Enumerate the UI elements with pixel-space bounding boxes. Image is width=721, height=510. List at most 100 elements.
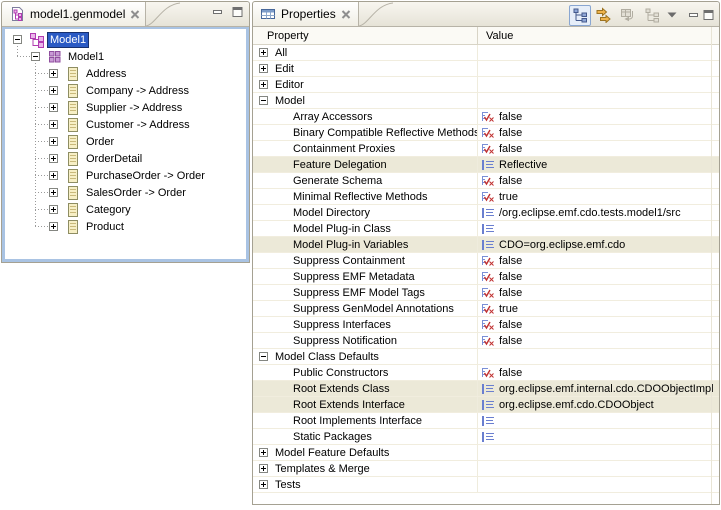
expand-toggle-icon[interactable] (259, 48, 268, 57)
property-row-root-extends-class[interactable]: Root Extends Class org.eclipse.emf.inter… (253, 381, 719, 397)
view-menu-icon[interactable] (665, 5, 679, 26)
maximize-icon[interactable] (702, 9, 715, 21)
expand-toggle-icon[interactable] (259, 80, 268, 89)
tree-item-address[interactable]: Address (5, 65, 246, 82)
category-row-tests[interactable]: Tests (253, 477, 719, 493)
expand-toggle-icon[interactable] (49, 86, 58, 95)
tree-item-salesorder-order[interactable]: SalesOrder -> Order (5, 184, 246, 201)
tree-item-purchaseorder-order[interactable]: PurchaseOrder -> Order (5, 167, 246, 184)
tree-item-category[interactable]: Category (5, 201, 246, 218)
property-row-containment-proxies[interactable]: Containment Proxies false (253, 141, 719, 157)
tree-item-orderdetail[interactable]: OrderDetail (5, 150, 246, 167)
property-name: Root Extends Interface (293, 399, 405, 411)
property-name: Generate Schema (293, 175, 382, 187)
properties-tab[interactable]: Properties (253, 2, 359, 26)
show-advanced-properties-button[interactable] (593, 5, 615, 26)
category-row-all[interactable]: All (253, 45, 719, 61)
property-name: Root Extends Class (293, 383, 390, 395)
property-row-minimal-reflective-methods[interactable]: Minimal Reflective Methods true (253, 189, 719, 205)
property-name: Binary Compatible Reflective Methods (293, 127, 478, 139)
tree-item-company-address[interactable]: Company -> Address (5, 82, 246, 99)
category-row-editor[interactable]: Editor (253, 77, 719, 93)
close-icon[interactable] (341, 9, 351, 20)
property-name: Model Directory (293, 207, 370, 219)
boolean-value-icon (481, 319, 495, 331)
expand-toggle-icon[interactable] (259, 96, 268, 105)
boolean-value-icon (481, 191, 495, 203)
column-header-value[interactable]: Value (478, 27, 719, 44)
tree-item-order[interactable]: Order (5, 133, 246, 150)
property-value: org.eclipse.emf.cdo.CDOObject (499, 399, 654, 411)
eclass-icon (65, 168, 81, 184)
tree-item-label: Company -> Address (83, 84, 192, 98)
property-row-root-implements-interface[interactable]: Root Implements Interface (253, 413, 719, 429)
expand-toggle-icon[interactable] (49, 154, 58, 163)
show-advanced-properties-icon (596, 7, 612, 23)
expand-toggle-icon[interactable] (49, 188, 58, 197)
property-row-root-extends-interface[interactable]: Root Extends Interface org.eclipse.emf.c… (253, 397, 719, 413)
expand-toggle-icon[interactable] (49, 171, 58, 180)
eclass-icon (65, 185, 81, 201)
property-row-model-plug-in-variables[interactable]: Model Plug-in Variables CDO=org.eclipse.… (253, 237, 719, 253)
property-row-generate-schema[interactable]: Generate Schema false (253, 173, 719, 189)
property-row-suppress-containment[interactable]: Suppress Containment false (253, 253, 719, 269)
close-icon[interactable] (130, 9, 140, 20)
category-row-model-feature-defaults[interactable]: Model Feature Defaults (253, 445, 719, 461)
category-row-model-class-defaults[interactable]: Model Class Defaults (253, 349, 719, 365)
expand-toggle-icon[interactable] (259, 352, 268, 361)
property-row-model-directory[interactable]: Model Directory /org.eclipse.emf.cdo.tes… (253, 205, 719, 221)
expand-toggle-icon[interactable] (31, 52, 40, 61)
editor-tab[interactable]: model1.genmodel (2, 2, 146, 26)
expand-toggle-icon[interactable] (259, 448, 268, 457)
minimize-icon[interactable] (211, 6, 224, 18)
property-row-public-constructors[interactable]: Public Constructors false (253, 365, 719, 381)
expand-toggle-icon[interactable] (49, 120, 58, 129)
tree-item-label: Model1 (65, 50, 107, 64)
eclass-icon (65, 100, 81, 116)
tree-item-model1[interactable]: Model1 (5, 31, 246, 48)
maximize-icon[interactable] (231, 6, 244, 18)
tree-item-customer-address[interactable]: Customer -> Address (5, 116, 246, 133)
tree-item-product[interactable]: Product (5, 218, 246, 235)
expand-toggle-icon[interactable] (259, 464, 268, 473)
genmodel-editor-panel: model1.genmodel Model1 Model1 (1, 1, 250, 263)
tree-item-supplier-address[interactable]: Supplier -> Address (5, 99, 246, 116)
category-row-templates-merge[interactable]: Templates & Merge (253, 461, 719, 477)
tree-arrow-icon (644, 7, 660, 23)
category-row-model[interactable]: Model (253, 93, 719, 109)
expand-toggle-icon[interactable] (13, 35, 22, 44)
expand-toggle-icon[interactable] (49, 137, 58, 146)
property-name: Model Class Defaults (275, 351, 379, 363)
text-value-icon (481, 239, 495, 251)
property-row-binary-compatible-reflective-methods[interactable]: Binary Compatible Reflective Methods fal… (253, 125, 719, 141)
property-name: Model (275, 95, 305, 107)
expand-toggle-icon[interactable] (49, 222, 58, 231)
property-row-feature-delegation[interactable]: Feature Delegation Reflective (253, 157, 719, 173)
expand-toggle-icon[interactable] (259, 64, 268, 73)
property-row-static-packages[interactable]: Static Packages (253, 429, 719, 445)
genmodel-root-icon (29, 32, 45, 48)
category-row-edit[interactable]: Edit (253, 61, 719, 77)
show-categories-button[interactable] (569, 5, 591, 26)
expand-toggle-icon[interactable] (49, 69, 58, 78)
property-name: Feature Delegation (293, 159, 387, 171)
minimize-icon[interactable] (687, 9, 700, 21)
tree-item-label: OrderDetail (83, 152, 145, 166)
tree-item-model1[interactable]: Model1 (5, 48, 246, 65)
property-row-model-plug-in-class[interactable]: Model Plug-in Class (253, 221, 719, 237)
property-row-suppress-genmodel-annotations[interactable]: Suppress GenModel Annotations true (253, 301, 719, 317)
workbench: model1.genmodel Model1 Model1 (0, 0, 721, 510)
boolean-value-icon (481, 271, 495, 283)
expand-toggle-icon[interactable] (49, 205, 58, 214)
property-row-suppress-notification[interactable]: Suppress Notification false (253, 333, 719, 349)
property-row-suppress-emf-model-tags[interactable]: Suppress EMF Model Tags false (253, 285, 719, 301)
property-row-suppress-emf-metadata[interactable]: Suppress EMF Metadata false (253, 269, 719, 285)
property-row-suppress-interfaces[interactable]: Suppress Interfaces false (253, 317, 719, 333)
expand-toggle-icon[interactable] (259, 480, 268, 489)
expand-toggle-icon[interactable] (49, 103, 58, 112)
property-row-array-accessors[interactable]: Array Accessors false (253, 109, 719, 125)
column-header-property[interactable]: Property (253, 27, 478, 44)
property-name: Containment Proxies (293, 143, 395, 155)
property-name: Minimal Reflective Methods (293, 191, 428, 203)
boolean-value-icon (481, 175, 495, 187)
